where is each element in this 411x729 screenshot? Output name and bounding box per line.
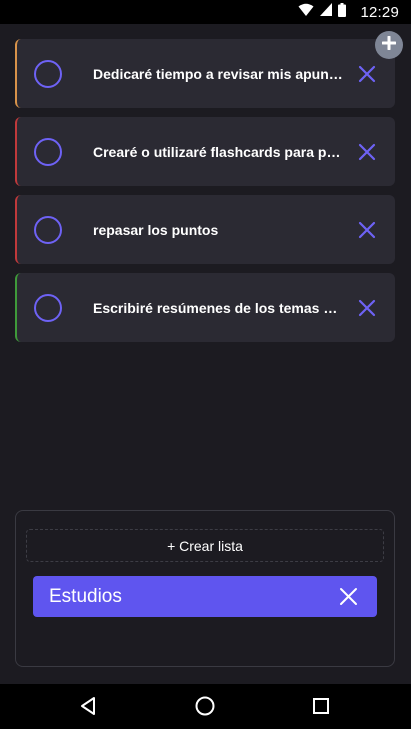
recents-button[interactable] — [310, 695, 332, 717]
delete-task-button[interactable] — [356, 141, 378, 163]
task-text: repasar los puntos — [93, 221, 219, 238]
status-bar: 12:29 — [0, 0, 411, 24]
task-checkbox[interactable] — [34, 294, 62, 322]
plus-icon — [381, 35, 397, 55]
add-task-button[interactable] — [375, 31, 403, 59]
task-item[interactable]: Dedicaré tiempo a revisar mis apuntes de… — [15, 39, 395, 108]
delete-task-button[interactable] — [356, 63, 378, 85]
task-text: Dedicaré tiempo a revisar mis apuntes de… — [93, 65, 345, 82]
wifi-icon — [298, 3, 314, 22]
task-checkbox[interactable] — [34, 138, 62, 166]
navigation-bar — [0, 684, 411, 729]
list-chip-estudios[interactable]: Estudios — [33, 576, 377, 617]
close-icon — [358, 221, 376, 239]
back-icon — [81, 697, 95, 715]
task-item[interactable]: repasar los puntos — [15, 195, 395, 264]
close-icon — [358, 65, 376, 83]
delete-task-button[interactable] — [356, 219, 378, 241]
status-icons: 12:29 — [298, 0, 399, 24]
list-chip-label: Estudios — [49, 585, 122, 607]
status-time: 12:29 — [360, 3, 399, 21]
home-button[interactable] — [194, 695, 216, 717]
task-item[interactable]: Escribiré resúmenes de los temas más imp… — [15, 273, 395, 342]
close-icon — [358, 299, 376, 317]
task-checkbox[interactable] — [34, 216, 62, 244]
lists-panel: + Crear lista Estudios — [15, 510, 395, 667]
signal-icon — [320, 3, 333, 21]
recents-icon — [313, 698, 329, 714]
task-text: Crearé o utilizaré flashcards para pregu… — [93, 143, 345, 160]
close-icon — [340, 588, 357, 605]
task-text: Escribiré resúmenes de los temas más imp… — [93, 299, 345, 316]
home-icon — [195, 696, 215, 716]
delete-task-button[interactable] — [356, 297, 378, 319]
delete-list-button[interactable] — [339, 587, 358, 606]
create-list-button[interactable]: + Crear lista — [26, 529, 384, 562]
battery-icon — [338, 2, 347, 22]
task-item[interactable]: Crearé o utilizaré flashcards para pregu… — [15, 117, 395, 186]
close-icon — [358, 143, 376, 161]
back-button[interactable] — [78, 695, 100, 717]
task-checkbox[interactable] — [34, 60, 62, 88]
